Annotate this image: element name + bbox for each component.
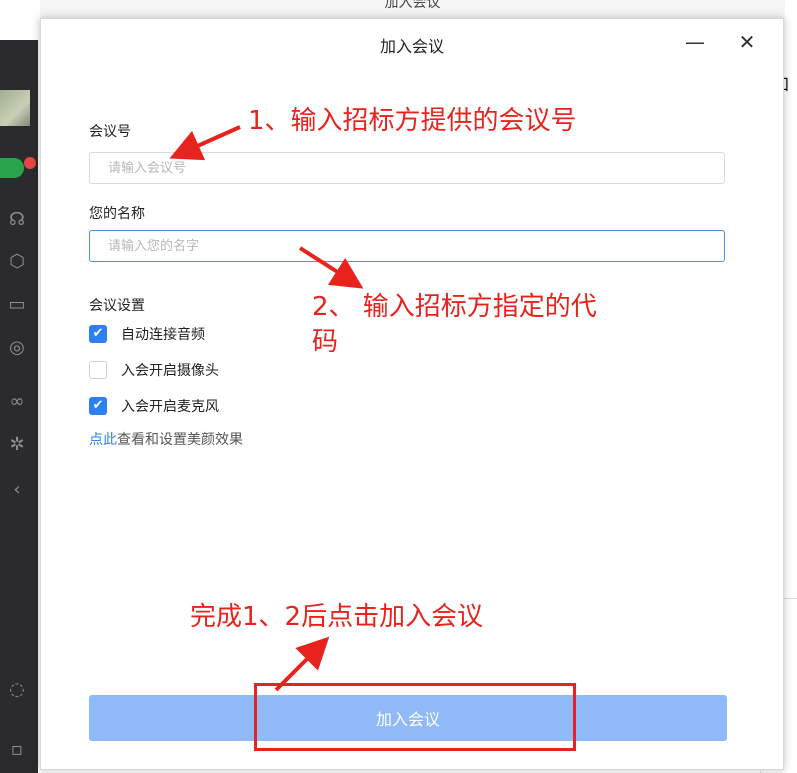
annotation-arrows <box>169 125 364 692</box>
arrow-to-join-button <box>274 636 330 692</box>
arrow-to-meeting-id <box>169 125 241 161</box>
arrow-to-name-input <box>298 246 364 289</box>
